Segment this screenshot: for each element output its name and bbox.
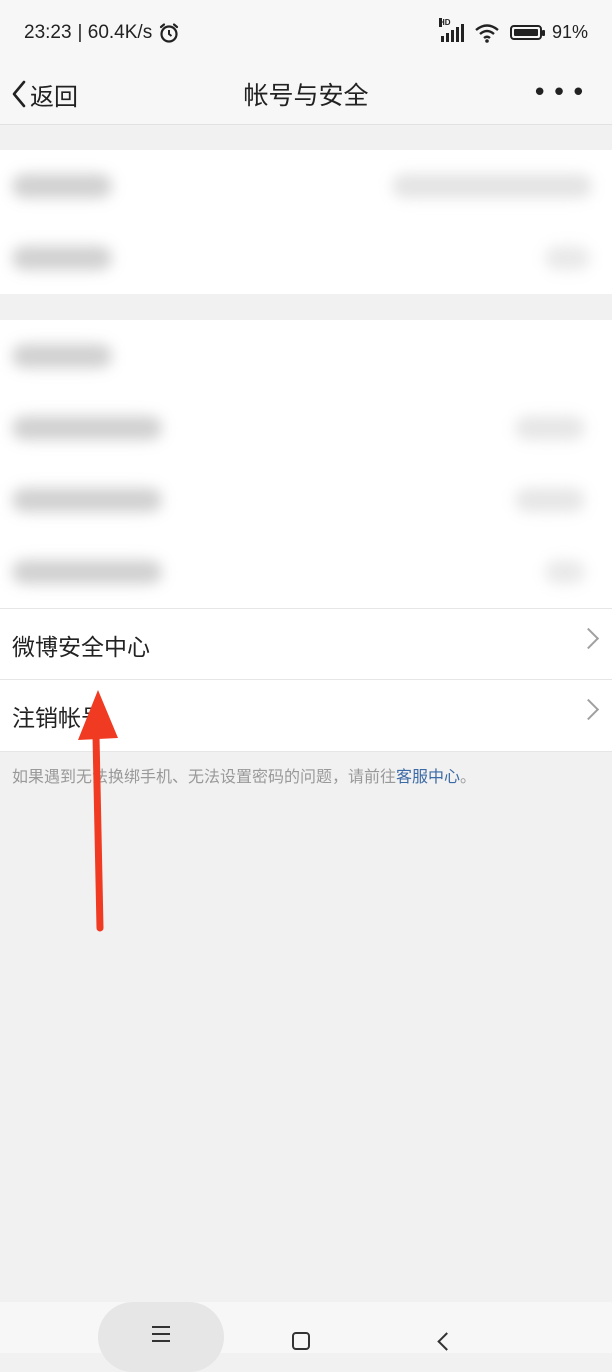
annotation-arrow [78, 690, 118, 932]
back-nav-icon[interactable] [437, 1332, 456, 1351]
home-icon[interactable] [292, 1332, 310, 1350]
menu-icon[interactable] [152, 1326, 170, 1342]
system-nav-bar [0, 1302, 612, 1372]
